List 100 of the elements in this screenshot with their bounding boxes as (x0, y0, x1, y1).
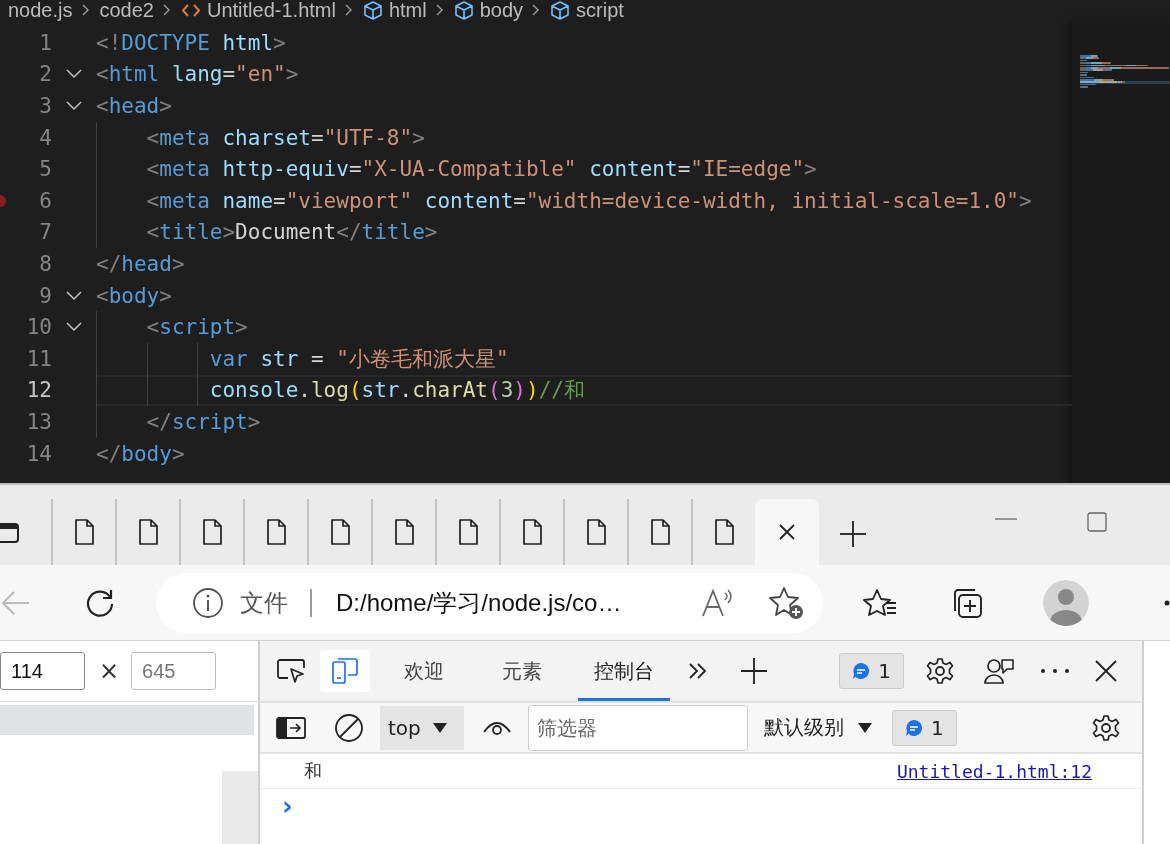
address-bar[interactable]: 文件 D:/home/学习/node.js/co… (156, 572, 823, 633)
line-number: 12 (25, 378, 52, 403)
context-dropdown[interactable]: top (380, 705, 464, 750)
width-field[interactable]: 114 (0, 652, 85, 690)
favorite-add-icon[interactable] (769, 585, 805, 620)
devtools-tab[interactable]: 元素 (486, 641, 558, 701)
cube-icon (453, 0, 474, 21)
console-message: 和 (304, 759, 322, 783)
line-number: 14 (25, 441, 52, 466)
page-icon (393, 518, 415, 546)
dropdown-arrow-icon (858, 722, 872, 733)
cube-icon (550, 0, 571, 21)
maximize-icon[interactable] (1087, 512, 1107, 532)
avatar-icon[interactable] (1043, 579, 1089, 626)
line-number: 7 (38, 220, 52, 245)
page-icon (457, 518, 479, 546)
page-icon (201, 518, 223, 546)
url-text: D:/home/学习/node.js/co… (336, 587, 623, 618)
collections-icon[interactable] (951, 586, 985, 619)
more-icon[interactable] (1164, 599, 1170, 606)
chevron-right-icon (80, 3, 90, 17)
breadcrumb-item[interactable]: code2 (99, 0, 154, 22)
issues-badge[interactable]: 1 (839, 653, 904, 689)
settings-icon[interactable] (926, 657, 954, 685)
code-line: <head> (96, 93, 172, 120)
source-link[interactable]: Untitled-1.html:12 (896, 760, 1092, 782)
line-number: 11 (25, 346, 52, 371)
code-line: </script> (96, 406, 261, 438)
window-icon (0, 521, 20, 543)
height-field[interactable]: 645 (131, 652, 217, 690)
code-line: <meta name="viewport" content="width=device-width, initial-scale=1.0"> (96, 184, 1032, 217)
more-tabs-icon[interactable] (688, 662, 708, 680)
close-icon[interactable] (778, 523, 796, 541)
devtools-tab[interactable]: 欢迎 (388, 641, 460, 701)
code-line: <meta http-equiv="X-UA-Compatible" content="IE=edge"> (96, 153, 817, 185)
code-line: <html lang="en"> (96, 61, 299, 89)
scheme-label: 文件 (240, 587, 288, 619)
page-icon (521, 518, 543, 546)
fold-chevron-icon[interactable] (66, 290, 82, 301)
log-level-dropdown[interactable]: 默认级别 (764, 714, 872, 741)
read-aloud-icon[interactable] (701, 587, 735, 618)
device-mode-toggle[interactable] (320, 650, 370, 692)
line-number: 9 (38, 283, 52, 308)
info-icon[interactable] (192, 586, 224, 619)
chevron-right-icon (434, 3, 444, 17)
add-tab-icon[interactable] (740, 657, 768, 685)
more-options-icon[interactable] (1040, 668, 1070, 674)
filter-field[interactable]: 筛选器 (528, 704, 748, 751)
sidebar-toggle-icon[interactable] (276, 715, 306, 740)
page-icon (713, 518, 735, 546)
times-sign: × (99, 657, 120, 685)
page-icon (137, 518, 159, 546)
line-number: 13 (25, 409, 52, 434)
page-icon (329, 518, 351, 546)
issues-badge[interactable]: 1 (892, 709, 957, 746)
inspect-icon[interactable] (276, 658, 306, 684)
line-number: 8 (38, 251, 52, 276)
new-tab-icon[interactable] (839, 520, 867, 548)
line-number: 6 (38, 188, 52, 213)
page-icon (73, 518, 95, 546)
code-line: <!DOCTYPE html> (96, 29, 286, 57)
breadcrumb-item[interactable]: body (479, 0, 524, 22)
device-icon (330, 656, 360, 686)
code-line: <meta charset="UTF-8"> (96, 121, 425, 154)
favorites-icon[interactable] (863, 587, 897, 618)
code-line: </head> (96, 250, 185, 278)
page-icon (649, 518, 671, 546)
fold-chevron-icon[interactable] (66, 101, 82, 111)
line-number: 5 (38, 157, 52, 182)
code-line: <title>Document</title> (96, 216, 438, 249)
dropdown-arrow-icon (432, 722, 447, 733)
code-line: </body> (96, 440, 185, 468)
settings-icon[interactable] (1092, 713, 1120, 742)
line-number: 2 (38, 62, 52, 87)
prompt-caret[interactable]: › (282, 793, 293, 819)
fold-chevron-icon[interactable] (66, 69, 82, 80)
cube-icon (362, 0, 383, 21)
breadcrumb-item[interactable]: script (576, 0, 624, 22)
chevron-right-icon (162, 3, 171, 17)
breadcrumb-item[interactable]: html (388, 0, 427, 22)
code-line: <script> (96, 311, 248, 343)
close-icon[interactable] (1094, 659, 1118, 683)
code-line: console.log(str.charAt(3))//和 (96, 374, 585, 407)
code-line: <body> (96, 282, 172, 310)
chevron-right-icon (343, 3, 353, 17)
message-icon (905, 718, 923, 737)
feedback-icon[interactable] (984, 657, 1016, 685)
fold-chevron-icon[interactable] (66, 322, 82, 333)
chevron-right-icon (531, 3, 541, 17)
page-icon (265, 518, 287, 546)
line-number: 3 (38, 94, 52, 118)
page-icon (585, 518, 607, 546)
code-line: var str = "小卷毛和派大星" (96, 342, 509, 375)
line-number: 1 (38, 30, 52, 55)
breadcrumb-item[interactable]: Untitled-1.html (207, 0, 336, 22)
line-number: 10 (25, 315, 52, 340)
breadcrumb-item[interactable]: node.js (8, 0, 73, 22)
line-number: 4 (38, 125, 52, 150)
clear-console-icon[interactable] (334, 712, 364, 743)
message-icon (852, 662, 871, 680)
